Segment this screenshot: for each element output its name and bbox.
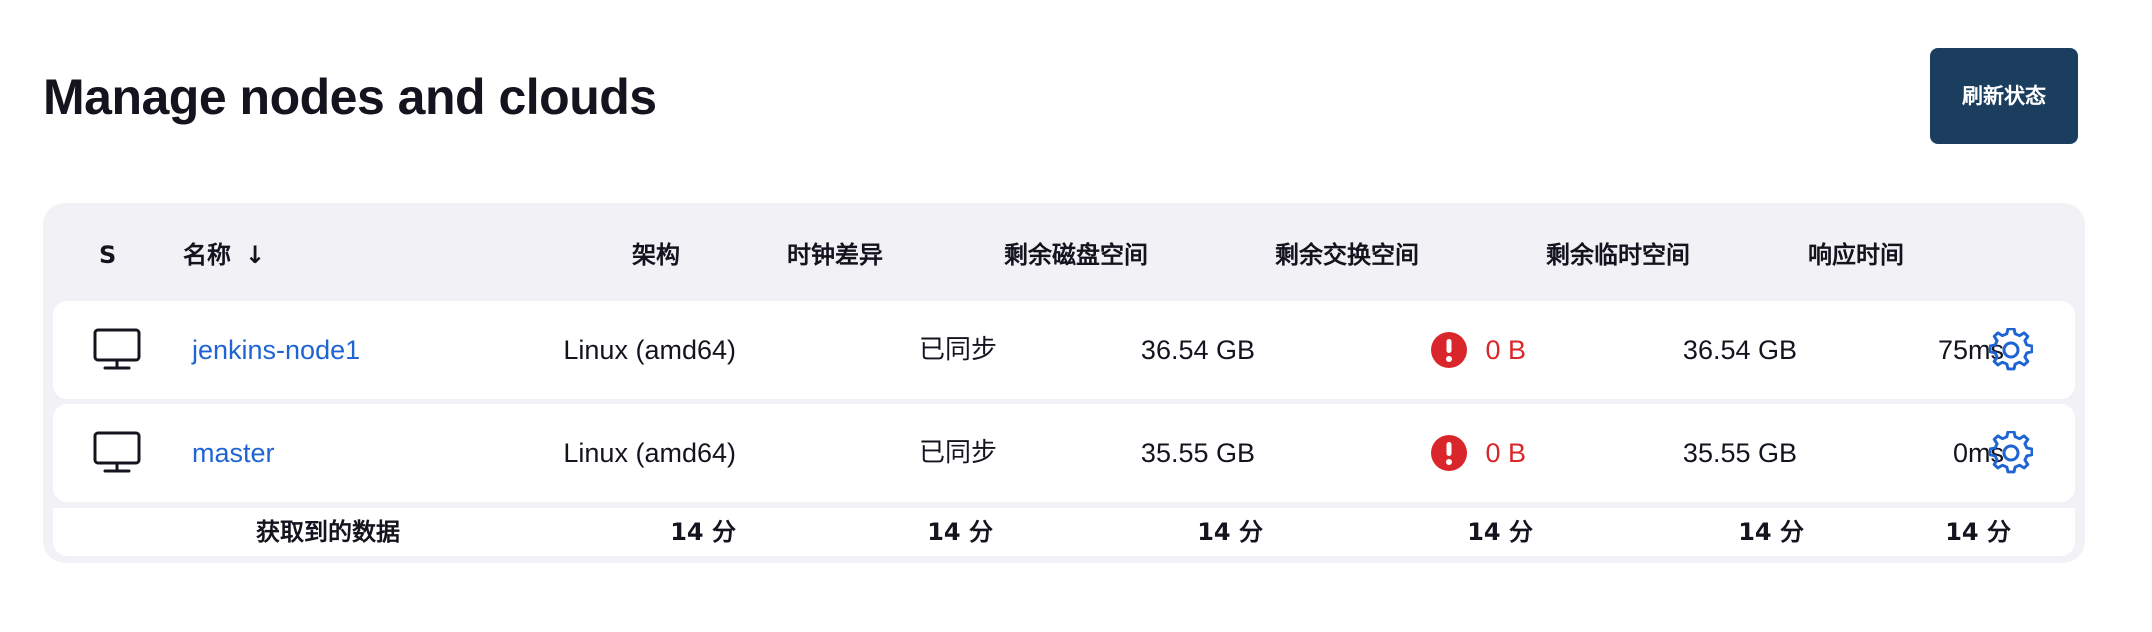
column-header-swap[interactable]: 剩余交换空间 bbox=[1275, 235, 1419, 275]
column-header-arch[interactable]: 架构 bbox=[632, 235, 680, 275]
table-row: jenkins-node1 Linux (amd64) 已同步 36.54 GB… bbox=[53, 301, 2075, 399]
table-footer: 获取到的数据 14 分 14 分 14 分 14 分 14 分 14 分 bbox=[53, 508, 2075, 556]
column-header-temp[interactable]: 剩余临时空间 bbox=[1546, 235, 1690, 275]
table-row: master Linux (amd64) 已同步 35.55 GB 0 B 35… bbox=[53, 404, 2075, 502]
column-header-status[interactable]: S bbox=[99, 235, 116, 275]
table-header: S 名称 ↓ 架构 时钟差异 剩余磁盘空间 剩余交换空间 剩余临时空间 响应时间 bbox=[43, 203, 2085, 301]
footer-label: 获取到的数据 bbox=[256, 518, 400, 546]
column-header-clock[interactable]: 时钟差异 bbox=[787, 235, 883, 275]
cell-clock: 已同步 bbox=[918, 335, 997, 365]
nodes-table: S 名称 ↓ 架构 时钟差异 剩余磁盘空间 剩余交换空间 剩余临时空间 响应时间 … bbox=[43, 203, 2085, 563]
cell-swap: 0 B bbox=[1353, 301, 1526, 399]
cell-clock: 已同步 bbox=[918, 438, 997, 468]
node-link-jenkins-node1[interactable]: jenkins-node1 bbox=[192, 335, 360, 365]
column-header-disk[interactable]: 剩余磁盘空间 bbox=[1004, 235, 1148, 275]
sort-descending-icon: ↓ bbox=[245, 241, 266, 269]
cell-temp: 36.54 GB bbox=[1682, 335, 1797, 365]
gear-icon[interactable] bbox=[1989, 328, 2033, 372]
footer-disk: 14 分 bbox=[1197, 518, 1263, 546]
footer-swap: 14 分 bbox=[1467, 518, 1533, 546]
cell-swap: 0 B bbox=[1353, 404, 1526, 502]
swap-value: 0 B bbox=[1485, 334, 1526, 365]
cell-arch: Linux (amd64) bbox=[563, 438, 736, 468]
footer-clock: 14 分 bbox=[927, 518, 993, 546]
page-title: Manage nodes and clouds bbox=[43, 69, 657, 125]
footer-temp: 14 分 bbox=[1738, 518, 1804, 546]
column-header-name[interactable]: 名称 ↓ bbox=[183, 235, 265, 275]
computer-icon bbox=[93, 328, 141, 370]
refresh-status-button[interactable]: 刷新状态 bbox=[1930, 48, 2078, 144]
column-header-response[interactable]: 响应时间 bbox=[1808, 235, 1904, 275]
cell-disk: 35.55 GB bbox=[1140, 438, 1255, 468]
computer-icon bbox=[93, 431, 141, 473]
gear-icon[interactable] bbox=[1989, 431, 2033, 475]
node-link-master[interactable]: master bbox=[192, 438, 275, 468]
cell-response: 75ms bbox=[1937, 335, 2004, 365]
cell-arch: Linux (amd64) bbox=[563, 335, 736, 365]
cell-response: 0ms bbox=[1952, 438, 2004, 468]
warning-icon bbox=[1431, 435, 1468, 471]
column-header-name-label: 名称 bbox=[183, 241, 231, 269]
cell-temp: 35.55 GB bbox=[1682, 438, 1797, 468]
swap-value: 0 B bbox=[1485, 437, 1526, 468]
footer-response: 14 分 bbox=[1945, 518, 2011, 546]
footer-arch: 14 分 bbox=[670, 518, 736, 546]
cell-disk: 36.54 GB bbox=[1140, 335, 1255, 365]
warning-icon bbox=[1431, 332, 1468, 368]
